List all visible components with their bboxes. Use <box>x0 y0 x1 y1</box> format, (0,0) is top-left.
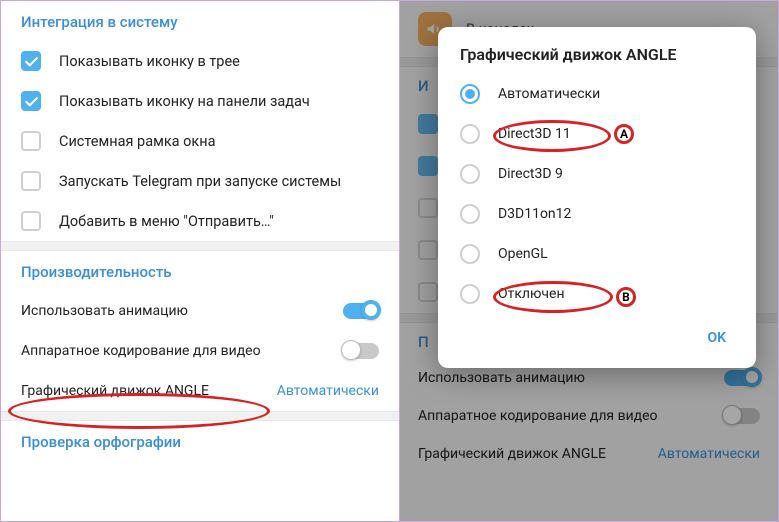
radio-label: OpenGL <box>498 246 548 262</box>
ok-button[interactable]: OK <box>699 324 734 352</box>
check-label: Показывать иконку в трее <box>59 53 240 70</box>
radio-label: Автоматически <box>498 86 600 102</box>
row-label: Использовать анимацию <box>21 303 188 319</box>
settings-right-panel: В каналах И П Использовать анимацию Аппа… <box>400 1 778 521</box>
section-divider <box>1 241 399 251</box>
settings-left-panel: Интеграция в систему Показывать иконку в… <box>1 1 400 521</box>
radio-label: Отключен <box>498 286 565 302</box>
check-label: Показывать иконку на панели задач <box>59 93 310 110</box>
radio-label: D3D11on12 <box>498 206 571 222</box>
toggle-hw-encoding[interactable] <box>343 343 379 359</box>
check-label: Запускать Telegram при запуске системы <box>59 173 341 190</box>
radio-d3d11[interactable] <box>460 124 480 144</box>
radio-auto[interactable] <box>460 84 480 104</box>
check-row-system-frame[interactable]: Системная рамка окна <box>1 121 399 161</box>
angle-engine-modal: Графический движок ANGLE Автоматически D… <box>438 27 756 368</box>
radio-d3d11on12[interactable] <box>460 204 480 224</box>
annotation-badge-a: A <box>614 124 634 144</box>
radio-label: Direct3D 9 <box>498 166 563 182</box>
spellcheck-header[interactable]: Проверка орфографии <box>1 421 399 461</box>
row-label: Графический движок ANGLE <box>21 383 209 399</box>
modal-title: Графический движок ANGLE <box>438 45 756 74</box>
modal-footer: OK <box>438 314 756 362</box>
check-row-taskbar-icon[interactable]: Показывать иконку на панели задач <box>1 81 399 121</box>
radio-d3d9[interactable] <box>460 164 480 184</box>
checkbox-taskbar-icon[interactable] <box>21 91 41 111</box>
radio-row-d3d11[interactable]: Direct3D 11 <box>438 114 756 154</box>
row-label: Аппаратное кодирование для видео <box>21 343 261 359</box>
annotation-badge-b: B <box>616 287 636 307</box>
check-row-autostart[interactable]: Запускать Telegram при запуске системы <box>1 161 399 201</box>
checkbox-autostart[interactable] <box>21 171 41 191</box>
integration-header: Интеграция в систему <box>1 1 399 41</box>
radio-opengl[interactable] <box>460 244 480 264</box>
check-label: Добавить в меню "Отправить…" <box>59 213 274 230</box>
section-divider <box>1 411 399 421</box>
check-label: Системная рамка окна <box>59 133 216 150</box>
angle-engine-value[interactable]: Автоматически <box>277 383 379 399</box>
radio-row-d3d11on12[interactable]: D3D11on12 <box>438 194 756 234</box>
toggle-use-animation[interactable] <box>343 303 379 319</box>
checkbox-sendto-menu[interactable] <box>21 211 41 231</box>
check-row-tray-icon[interactable]: Показывать иконку в трее <box>1 41 399 81</box>
radio-label: Direct3D 11 <box>498 126 571 142</box>
radio-disabled[interactable] <box>460 284 480 304</box>
radio-row-auto[interactable]: Автоматически <box>438 74 756 114</box>
radio-row-opengl[interactable]: OpenGL <box>438 234 756 274</box>
checkbox-tray-icon[interactable] <box>21 51 41 71</box>
row-hw-encoding[interactable]: Аппаратное кодирование для видео <box>1 331 399 371</box>
checkbox-system-frame[interactable] <box>21 131 41 151</box>
row-use-animation[interactable]: Использовать анимацию <box>1 291 399 331</box>
radio-row-disabled[interactable]: Отключен <box>438 274 756 314</box>
check-row-sendto-menu[interactable]: Добавить в меню "Отправить…" <box>1 201 399 241</box>
performance-header: Производительность <box>1 251 399 291</box>
row-angle-engine[interactable]: Графический движок ANGLE Автоматически <box>1 371 399 411</box>
radio-row-d3d9[interactable]: Direct3D 9 <box>438 154 756 194</box>
